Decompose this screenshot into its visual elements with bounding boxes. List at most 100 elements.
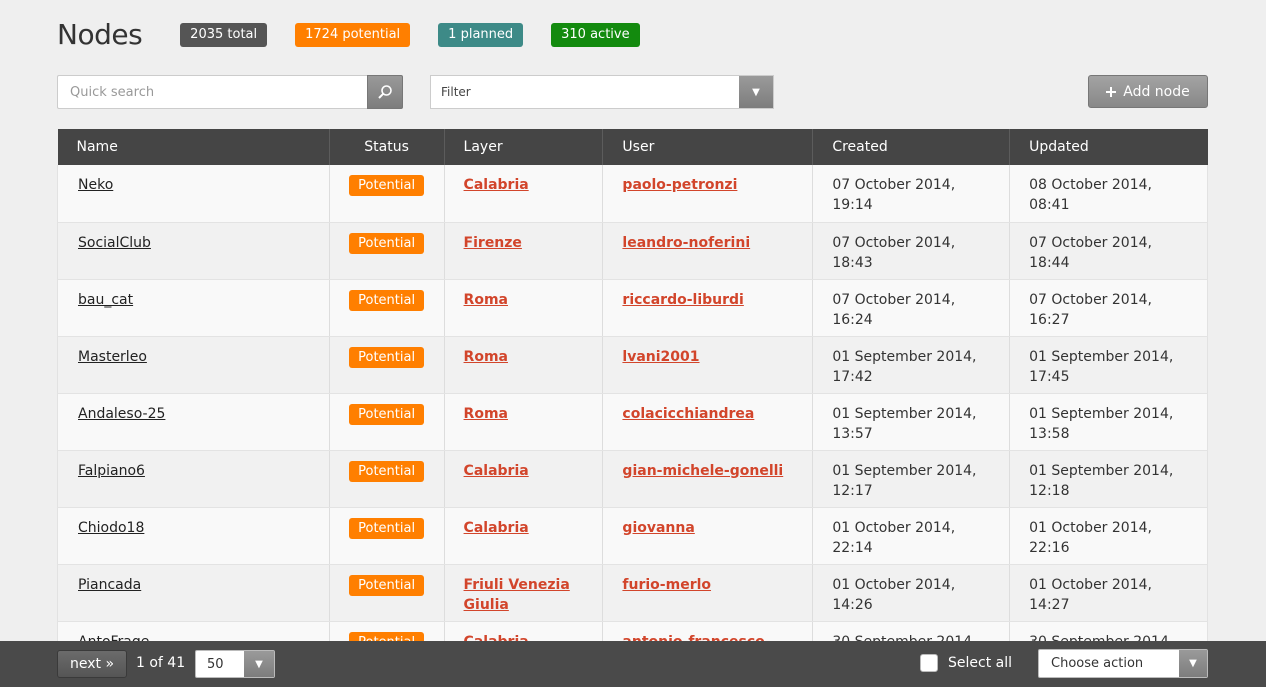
cell-status: Potential — [328, 336, 445, 394]
column-header-updated[interactable]: Updated — [1009, 129, 1208, 165]
user-link[interactable]: colacicchiandrea — [622, 406, 754, 422]
user-link[interactable]: giovanna — [622, 520, 694, 536]
select-all-checkbox[interactable] — [920, 654, 938, 672]
nodes-table: Name Status Layer User Created Updated N… — [57, 129, 1208, 679]
potential-count-badge[interactable]: 1724 potential — [295, 22, 411, 47]
cell-updated: 08 October 2014, 08:41 — [1009, 165, 1208, 223]
cell-user: leandro-noferini — [602, 222, 813, 280]
layer-link[interactable]: Calabria — [464, 463, 529, 479]
cell-name: Chiodo18 — [57, 507, 330, 565]
column-header-layer[interactable]: Layer — [443, 129, 603, 165]
cell-created: 07 October 2014, 16:24 — [812, 279, 1010, 337]
page-size-select[interactable]: 50 ▼ — [195, 650, 275, 678]
table-row: Piancada Potential Friuli Venezia Giulia… — [57, 564, 1208, 622]
chevron-down-icon[interactable]: ▼ — [1179, 650, 1207, 677]
user-link[interactable]: leandro-noferini — [622, 235, 750, 251]
select-all-label: Select all — [948, 655, 1012, 671]
cell-layer: Friuli Venezia Giulia — [443, 564, 603, 622]
node-name-link[interactable]: Falpiano6 — [78, 463, 145, 479]
cell-updated: 01 September 2014, 12:18 — [1009, 450, 1208, 508]
cell-status: Potential — [328, 279, 445, 337]
add-node-button[interactable]: Add node — [1088, 75, 1208, 108]
cell-created: 01 September 2014, 12:17 — [812, 450, 1010, 508]
cell-name: Falpiano6 — [57, 450, 330, 508]
cell-layer: Roma — [443, 336, 603, 394]
cell-name: Andaleso-25 — [57, 393, 330, 451]
filter-label: Filter — [441, 85, 471, 99]
cell-updated: 01 October 2014, 22:16 — [1009, 507, 1208, 565]
page-size-value: 50 — [207, 656, 224, 672]
search-input[interactable] — [57, 75, 367, 109]
quick-search — [57, 75, 403, 109]
user-link[interactable]: gian-michele-gonelli — [622, 463, 783, 479]
cell-status: Potential — [328, 393, 445, 451]
page-info: 1 of 41 — [136, 655, 186, 671]
node-name-link[interactable]: Chiodo18 — [78, 520, 144, 536]
layer-link[interactable]: Roma — [464, 349, 508, 365]
column-header-status[interactable]: Status — [328, 129, 445, 165]
table-row: Masterleo Potential Roma lvani2001 01 Se… — [57, 336, 1208, 394]
user-link[interactable]: riccardo-liburdi — [622, 292, 743, 308]
layer-link[interactable]: Friuli Venezia Giulia — [464, 577, 570, 613]
node-name-link[interactable]: SocialClub — [78, 235, 151, 251]
status-badge: Potential — [349, 232, 425, 254]
search-button[interactable] — [367, 75, 403, 109]
table-row: SocialClub Potential Firenze leandro-nof… — [57, 222, 1208, 280]
status-badge: Potential — [349, 175, 425, 196]
cell-name: bau_cat — [57, 279, 330, 337]
user-link[interactable]: lvani2001 — [622, 349, 699, 365]
next-page-button[interactable]: next » — [57, 650, 127, 678]
cell-updated: 07 October 2014, 16:27 — [1009, 279, 1208, 337]
cell-layer: Roma — [443, 279, 603, 337]
status-badge: Potential — [349, 289, 425, 311]
cell-created: 01 September 2014, 17:42 — [812, 336, 1010, 394]
layer-link[interactable]: Calabria — [464, 520, 529, 536]
planned-count-badge[interactable]: 1 planned — [438, 22, 524, 47]
table-row: Neko Potential Calabria paolo-petronzi 0… — [57, 165, 1208, 223]
layer-link[interactable]: Roma — [464, 292, 508, 308]
cell-status: Potential — [328, 564, 445, 622]
toolbar: Filter ▼ Add node — [57, 75, 1208, 109]
layer-link[interactable]: Roma — [464, 406, 508, 422]
status-badge: Potential — [349, 517, 425, 539]
cell-updated: 01 September 2014, 13:58 — [1009, 393, 1208, 451]
user-link[interactable]: furio-merlo — [622, 577, 711, 593]
layer-link[interactable]: Firenze — [464, 235, 522, 251]
cell-user: paolo-petronzi — [602, 165, 813, 223]
status-badge: Potential — [349, 403, 425, 425]
select-all[interactable]: Select all — [920, 654, 1012, 672]
node-name-link[interactable]: Neko — [78, 177, 113, 193]
user-link[interactable]: paolo-petronzi — [622, 177, 737, 193]
layer-link[interactable]: Calabria — [464, 177, 529, 193]
add-node-label: Add node — [1123, 83, 1190, 100]
page-title: Nodes — [57, 18, 143, 51]
node-name-link[interactable]: Piancada — [78, 577, 141, 593]
cell-created: 01 October 2014, 14:26 — [812, 564, 1010, 622]
cell-updated: 01 September 2014, 17:45 — [1009, 336, 1208, 394]
cell-user: riccardo-liburdi — [602, 279, 813, 337]
column-header-name[interactable]: Name — [57, 129, 330, 165]
cell-user: giovanna — [602, 507, 813, 565]
filter-select[interactable]: Filter ▼ — [430, 75, 774, 109]
node-name-link[interactable]: bau_cat — [78, 292, 133, 308]
page-header: Nodes 2035 total 1724 potential 1 planne… — [57, 18, 668, 51]
table-row: Chiodo18 Potential Calabria giovanna 01 … — [57, 507, 1208, 565]
node-name-link[interactable]: Andaleso-25 — [78, 406, 165, 422]
node-name-link[interactable]: Masterleo — [78, 349, 147, 365]
active-count-badge[interactable]: 310 active — [551, 22, 640, 47]
column-header-created[interactable]: Created — [812, 129, 1010, 165]
cell-name: Piancada — [57, 564, 330, 622]
table-row: Andaleso-25 Potential Roma colacicchiand… — [57, 393, 1208, 451]
total-count-badge[interactable]: 2035 total — [180, 22, 268, 47]
chevron-down-icon[interactable]: ▼ — [739, 76, 773, 108]
cell-layer: Calabria — [443, 450, 603, 508]
cell-created: 01 September 2014, 13:57 — [812, 393, 1010, 451]
choose-action-select[interactable]: Choose action ▼ — [1038, 649, 1208, 678]
search-icon — [378, 85, 392, 99]
column-header-user[interactable]: User — [602, 129, 813, 165]
cell-layer: Firenze — [443, 222, 603, 280]
cell-created: 07 October 2014, 19:14 — [812, 165, 1010, 223]
cell-layer: Roma — [443, 393, 603, 451]
chevron-down-icon[interactable]: ▼ — [244, 651, 274, 677]
cell-name: Masterleo — [57, 336, 330, 394]
